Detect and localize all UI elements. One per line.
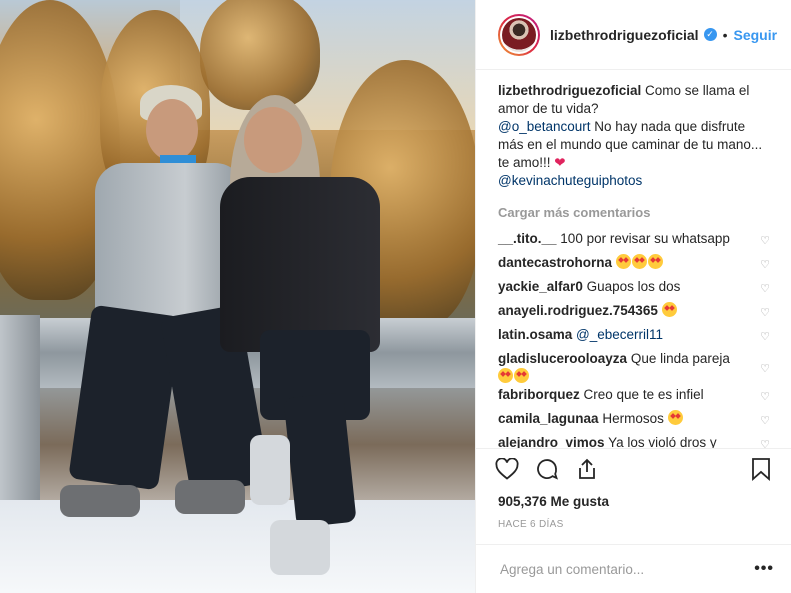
comment-text: Hermosos bbox=[602, 411, 664, 426]
person-right bbox=[220, 95, 390, 575]
comment-username[interactable]: latin.osama bbox=[498, 327, 572, 342]
comment-icon[interactable] bbox=[534, 456, 560, 482]
post-sidebar: lizbethrodriguezoficial ✓ • Seguir lizbe… bbox=[475, 0, 791, 593]
comment-like-icon[interactable]: ♡ bbox=[760, 436, 770, 448]
comment-text: Guapos los dos bbox=[586, 279, 681, 294]
comment-like-icon[interactable]: ♡ bbox=[760, 304, 770, 322]
star-eyes-emoji bbox=[615, 254, 631, 269]
caption-username[interactable]: lizbethrodriguezoficial bbox=[498, 83, 641, 98]
comments-list[interactable]: lizbethrodriguezoficial Como se llama el… bbox=[476, 70, 791, 448]
heart-emoji: ❤ bbox=[554, 155, 566, 170]
comment-like-icon[interactable]: ♡ bbox=[760, 280, 770, 298]
post-photo[interactable] bbox=[0, 0, 475, 593]
more-icon[interactable]: ••• bbox=[754, 560, 774, 578]
star-eyes-emoji bbox=[498, 368, 513, 383]
comment-username[interactable]: dantecastrohorna bbox=[498, 255, 612, 270]
share-icon[interactable] bbox=[574, 456, 600, 482]
comment-row: camila_lagunaa Hermosos ♡ bbox=[498, 410, 770, 434]
comment-username[interactable]: alejandro_vimos bbox=[498, 435, 605, 448]
comment-like-icon[interactable]: ♡ bbox=[760, 412, 770, 430]
comment-username[interactable]: fabriborquez bbox=[498, 387, 580, 402]
comment-row: fabriborquez Creo que te es infiel ♡ bbox=[498, 386, 770, 410]
comment-row: yackie_alfar0 Guapos los dos ♡ bbox=[498, 278, 770, 302]
comment-username[interactable]: gladislucerooloayza bbox=[498, 351, 627, 366]
star-eyes-emoji bbox=[647, 254, 663, 269]
heart-icon[interactable] bbox=[494, 456, 520, 482]
post-time[interactable]: HACE 6 DÍAS bbox=[498, 519, 564, 530]
caption: lizbethrodriguezoficial Como se llama el… bbox=[498, 82, 770, 190]
comment-username[interactable]: __.tito.__ bbox=[498, 231, 557, 246]
star-eyes-emoji bbox=[514, 368, 529, 383]
avatar[interactable] bbox=[498, 13, 540, 56]
action-bar bbox=[476, 448, 791, 488]
comment-row: latin.osama @_ebecerril11 ♡ bbox=[498, 326, 770, 350]
comment-username[interactable]: camila_lagunaa bbox=[498, 411, 599, 426]
star-eyes-emoji bbox=[631, 254, 647, 269]
comment-row: anayeli.rodriguez.754365 ♡ bbox=[498, 302, 770, 326]
comment-text: Que linda pareja bbox=[630, 351, 730, 366]
caption-mention[interactable]: @o_betancourt bbox=[498, 119, 591, 134]
add-comment-bar: ••• bbox=[476, 544, 791, 593]
caption-mention[interactable]: @kevinachuteguiphotos bbox=[498, 173, 642, 188]
header-username[interactable]: lizbethrodriguezoficial bbox=[550, 27, 699, 43]
star-eyes-emoji bbox=[661, 302, 677, 317]
rail-post bbox=[0, 315, 40, 505]
comment-row: gladislucerooloayza Que linda pareja ♡ bbox=[498, 350, 770, 386]
comment-row: alejandro_vimos Ya los violó dros y ♡ bbox=[498, 434, 770, 448]
follow-button[interactable]: Seguir bbox=[733, 27, 777, 43]
separator-dot: • bbox=[722, 26, 728, 43]
load-more-comments[interactable]: Cargar más comentarios bbox=[498, 204, 770, 222]
post-container: lizbethrodriguezoficial ✓ • Seguir lizbe… bbox=[0, 0, 791, 593]
comment-row: dantecastrohorna ♡ bbox=[498, 254, 770, 278]
comment-like-icon[interactable]: ♡ bbox=[760, 360, 770, 378]
comment-input[interactable] bbox=[498, 560, 755, 578]
avatar-image bbox=[502, 17, 536, 52]
comment-text: Creo que te es infiel bbox=[583, 387, 704, 402]
comment-mention[interactable]: @_ebecerril11 bbox=[576, 327, 663, 342]
comment-text: Ya los violó dros y bbox=[608, 435, 717, 448]
bookmark-icon[interactable] bbox=[748, 456, 774, 482]
comment-like-icon[interactable]: ♡ bbox=[760, 328, 770, 346]
comment-like-icon[interactable]: ♡ bbox=[760, 256, 770, 274]
comment-text: 100 por revisar su whatsapp bbox=[560, 231, 730, 246]
comment-like-icon[interactable]: ♡ bbox=[760, 232, 770, 250]
star-eyes-emoji bbox=[667, 410, 683, 425]
comment-username[interactable]: anayeli.rodriguez.754365 bbox=[498, 303, 658, 318]
comment-username[interactable]: yackie_alfar0 bbox=[498, 279, 583, 294]
verified-icon: ✓ bbox=[703, 28, 717, 41]
comment-row: __.tito.__ 100 por revisar su whatsapp ♡ bbox=[498, 230, 770, 254]
post-header: lizbethrodriguezoficial ✓ • Seguir bbox=[476, 0, 791, 70]
likes-count[interactable]: 905,376 Me gusta bbox=[498, 494, 609, 509]
comment-like-icon[interactable]: ♡ bbox=[760, 388, 770, 406]
